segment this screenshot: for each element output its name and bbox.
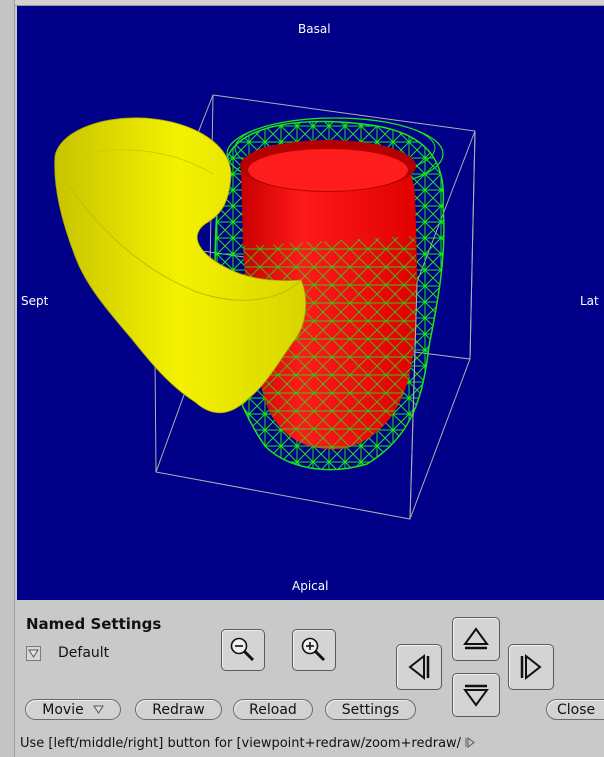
rotate-down-button[interactable] (452, 673, 500, 717)
close-button[interactable]: Close (546, 699, 604, 720)
3d-viewport[interactable]: Basal Apical Sept Lat (17, 6, 604, 600)
label-apical: Apical (292, 579, 329, 593)
redraw-button[interactable]: Redraw (135, 699, 222, 720)
label-basal: Basal (298, 22, 331, 36)
named-settings-selector[interactable]: Default (26, 642, 109, 664)
triangle-down-icon (28, 649, 39, 658)
rotate-left-button[interactable] (396, 644, 442, 690)
heart-model-render (54, 94, 476, 520)
zoom-in-icon (301, 637, 326, 662)
movie-menu-button[interactable]: Movie (25, 699, 121, 720)
label-sept: Sept (21, 294, 49, 308)
movie-label: Movie (42, 701, 84, 718)
status-hint-text: Use [left/middle/right] button for [view… (20, 736, 462, 751)
status-hint: Use [left/middle/right] button for [view… (20, 736, 476, 751)
arrow-right-icon (520, 653, 542, 681)
selected-setting-label: Default (58, 645, 110, 661)
zoom-out-icon (230, 637, 255, 662)
triangle-down-icon (92, 705, 104, 714)
arrow-right-small-icon (465, 737, 476, 748)
window-frame-left (0, 0, 15, 757)
arrow-down-icon (463, 684, 489, 707)
viewer-window: Basal Apical Sept Lat Named Settings Def… (0, 0, 604, 757)
zoom-in-button[interactable] (292, 629, 336, 671)
rotate-up-button[interactable] (452, 617, 500, 661)
label-lat: Lat (580, 294, 599, 308)
reload-button[interactable]: Reload (233, 699, 313, 720)
arrow-left-icon (408, 653, 430, 681)
dropdown-toggle[interactable] (26, 645, 41, 661)
zoom-out-button[interactable] (221, 629, 265, 671)
settings-button[interactable]: Settings (325, 699, 416, 720)
arrow-up-icon (463, 627, 489, 650)
rotate-right-button[interactable] (508, 644, 554, 690)
named-settings-title: Named Settings (26, 615, 162, 633)
